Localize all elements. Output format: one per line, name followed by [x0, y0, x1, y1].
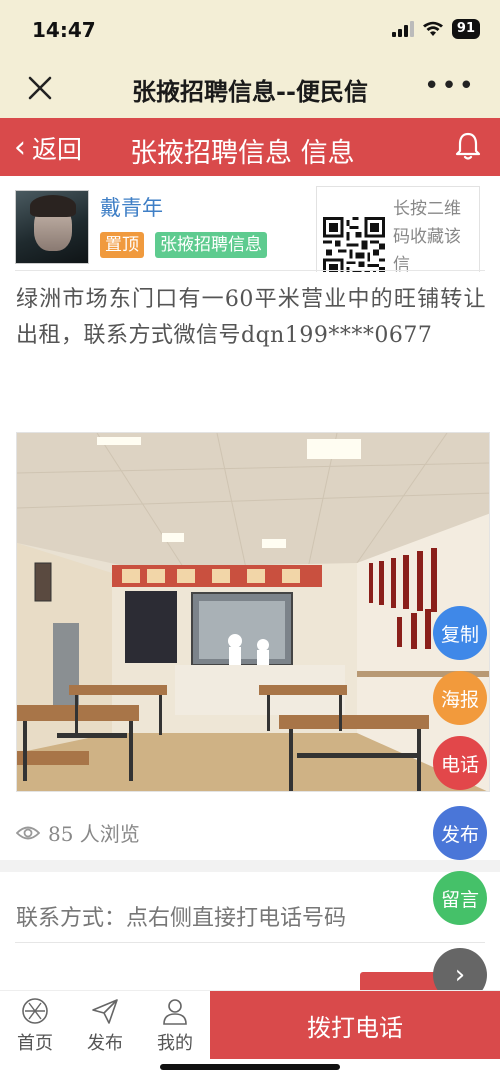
back-button[interactable]: ‹ 返回	[14, 130, 82, 166]
qr-hint: 长按二维码收藏该信	[393, 199, 461, 272]
phone-button[interactable]: 电话	[433, 736, 487, 790]
battery-indicator: 91	[451, 19, 480, 39]
post-content: 绿洲市场东门口有一60平米营业中的旺铺转让出租，联系方式微信号dqn199***…	[16, 287, 486, 348]
publish-float-button[interactable]: 发布	[433, 806, 487, 860]
chevron-left-icon: ‹	[14, 130, 26, 165]
status-icons: 91	[391, 19, 480, 39]
page: 14:47 91 张掖招聘信息--便民信 ••• ‹ 返回 张掖招聘信息 信息 …	[0, 0, 500, 1082]
tab-home[interactable]: 首页	[5, 993, 65, 1055]
view-count: 85 人浏览	[16, 818, 140, 847]
bottom-toolbar: 首页 发布 我的 拨打电话	[0, 990, 500, 1060]
wifi-icon	[422, 21, 443, 36]
eye-icon	[16, 826, 40, 839]
browser-title: 张掖招聘信息--便民信	[132, 78, 368, 106]
status-bar: 14:47 91	[0, 0, 500, 58]
qr-panel[interactable]: 长按二维码收藏该信	[316, 186, 480, 272]
divider	[15, 270, 485, 271]
home-indicator	[160, 1064, 340, 1070]
copy-button[interactable]: 复制	[433, 606, 487, 660]
poster-button[interactable]: 海报	[433, 671, 487, 725]
tab-home-label: 首页	[17, 1033, 53, 1054]
avatar[interactable]	[15, 190, 89, 264]
status-time: 14:47	[32, 18, 96, 42]
tab-publish[interactable]: 发布	[75, 993, 135, 1055]
message-button[interactable]: 留言	[433, 871, 487, 925]
send-icon	[92, 999, 118, 1024]
call-button[interactable]: 拨打电话	[210, 991, 500, 1059]
tab-mine[interactable]: 我的	[145, 993, 205, 1055]
user-icon	[163, 999, 187, 1025]
page-title: 张掖招聘信息 信息	[130, 138, 355, 169]
back-label: 返回	[32, 135, 83, 164]
bell-icon[interactable]	[454, 131, 482, 161]
tab-mine-label: 我的	[157, 1033, 193, 1054]
author-name[interactable]: 戴青年	[100, 192, 163, 222]
more-icon[interactable]: •••	[424, 73, 476, 99]
divider	[15, 942, 485, 943]
qr-code-icon	[323, 217, 385, 272]
page-header: ‹ 返回 张掖招聘信息 信息	[0, 118, 500, 176]
tab-publish-label: 发布	[87, 1033, 123, 1054]
author-row: 戴青年 置顶 张掖招聘信息 长按二维码收藏该信	[0, 182, 500, 272]
section-separator	[0, 860, 500, 872]
browser-bar: 张掖招聘信息--便民信 •••	[0, 58, 500, 118]
close-icon[interactable]	[24, 72, 56, 104]
signal-icon	[391, 21, 414, 37]
home-icon	[22, 998, 48, 1024]
pinned-badge: 置顶	[100, 232, 144, 258]
view-count-text: 85 人浏览	[48, 822, 140, 846]
contact-info: 联系方式：点右侧直接打电话号码	[16, 906, 347, 931]
category-badge[interactable]: 张掖招聘信息	[155, 232, 267, 258]
post-photo[interactable]	[16, 432, 490, 792]
